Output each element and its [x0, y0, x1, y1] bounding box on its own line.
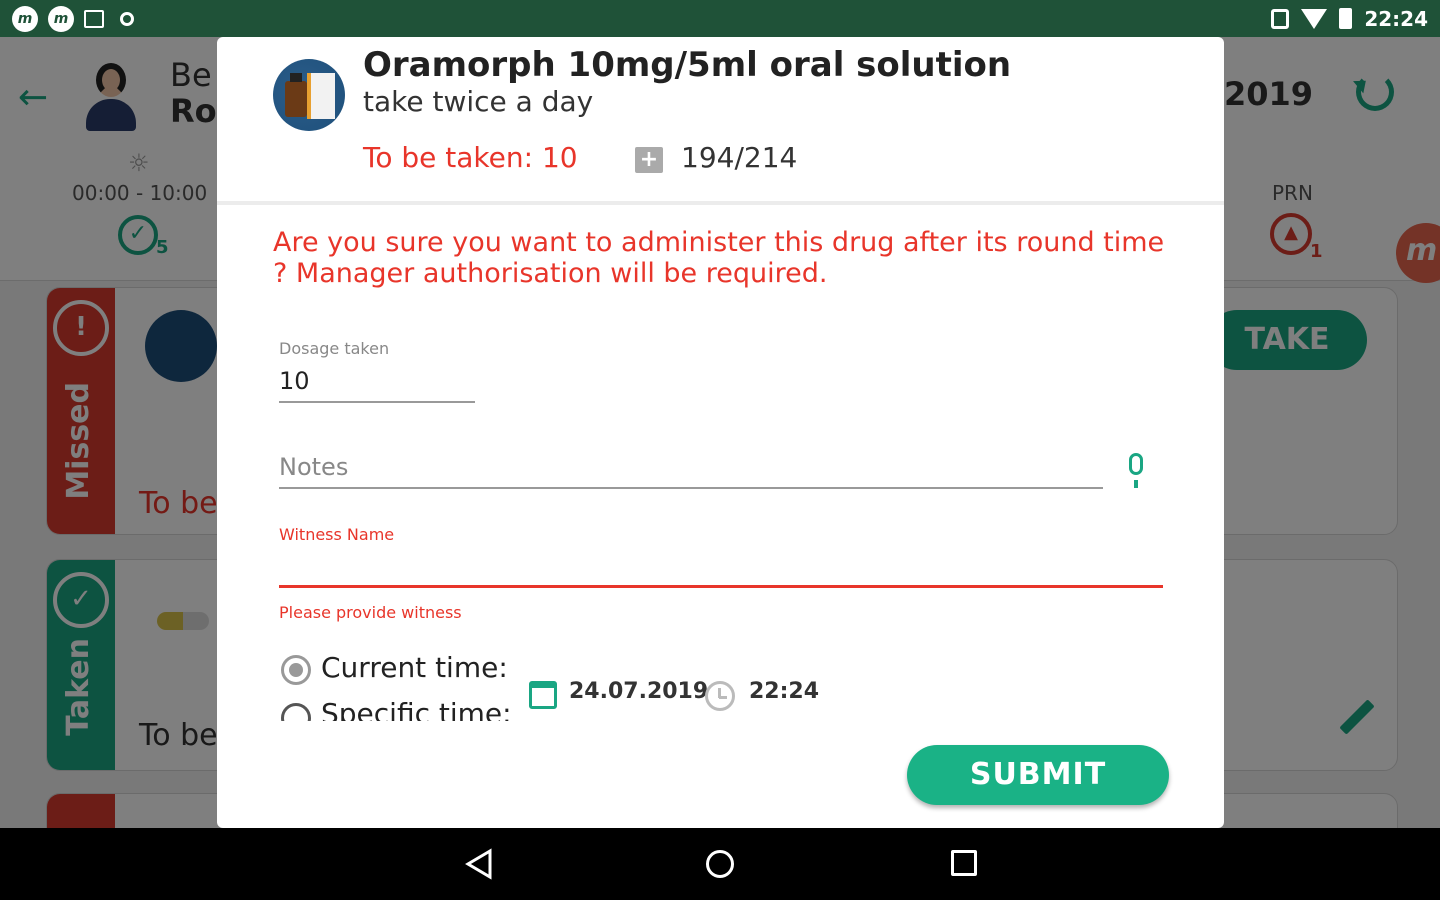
- drug-name: Oramorph 10mg/5ml oral solution: [363, 45, 1012, 85]
- microphone-icon[interactable]: [1129, 453, 1143, 488]
- witness-error: Please provide witness: [279, 603, 462, 622]
- drug-image: [273, 59, 345, 131]
- image-notification-icon: [84, 9, 104, 28]
- current-time-label[interactable]: Current time:: [321, 651, 508, 684]
- late-warning-text: Are you sure you want to administer this…: [273, 227, 1165, 289]
- time-value[interactable]: 22:24: [749, 679, 819, 704]
- dosage-input[interactable]: 10: [279, 367, 310, 395]
- calendar-icon[interactable]: [529, 681, 557, 709]
- divider: [217, 201, 1224, 205]
- nav-home-icon[interactable]: [706, 850, 734, 878]
- submit-button[interactable]: SUBMIT: [907, 745, 1169, 805]
- date-value[interactable]: 24.07.2019: [569, 679, 708, 704]
- battery-icon: [1339, 8, 1353, 29]
- status-bar: m m 22:24: [0, 0, 1440, 37]
- stock-icon: +: [635, 147, 663, 173]
- dose-instruction: take twice a day: [363, 85, 594, 118]
- nav-back-icon[interactable]: [464, 848, 494, 880]
- witness-label: Witness Name: [279, 525, 395, 544]
- app-notification-icon: m: [48, 5, 74, 32]
- wifi-icon: [1301, 8, 1328, 29]
- notes-underline: [279, 487, 1103, 489]
- dosage-label: Dosage taken: [279, 339, 390, 358]
- nav-recents-icon[interactable]: [951, 850, 977, 876]
- to-be-taken: To be taken: 10: [363, 141, 578, 174]
- notes-input[interactable]: Notes: [279, 453, 348, 481]
- status-time: 22:24: [1364, 6, 1428, 31]
- administer-dialog: Oramorph 10mg/5ml oral solution take twi…: [217, 37, 1224, 828]
- witness-name-input[interactable]: [279, 585, 1163, 588]
- specific-time-radio[interactable]: [281, 703, 311, 721]
- stock-count: 194/214: [681, 141, 798, 174]
- app-notification-icon: m: [12, 5, 38, 32]
- specific-time-label[interactable]: Specific time:: [321, 697, 512, 721]
- sync-notification-icon: [120, 11, 134, 26]
- navigation-bar: [0, 828, 1440, 900]
- clock-icon[interactable]: [705, 681, 735, 711]
- dosage-underline: [279, 401, 475, 403]
- current-time-radio[interactable]: [281, 655, 311, 685]
- vibrate-icon: [1271, 8, 1290, 29]
